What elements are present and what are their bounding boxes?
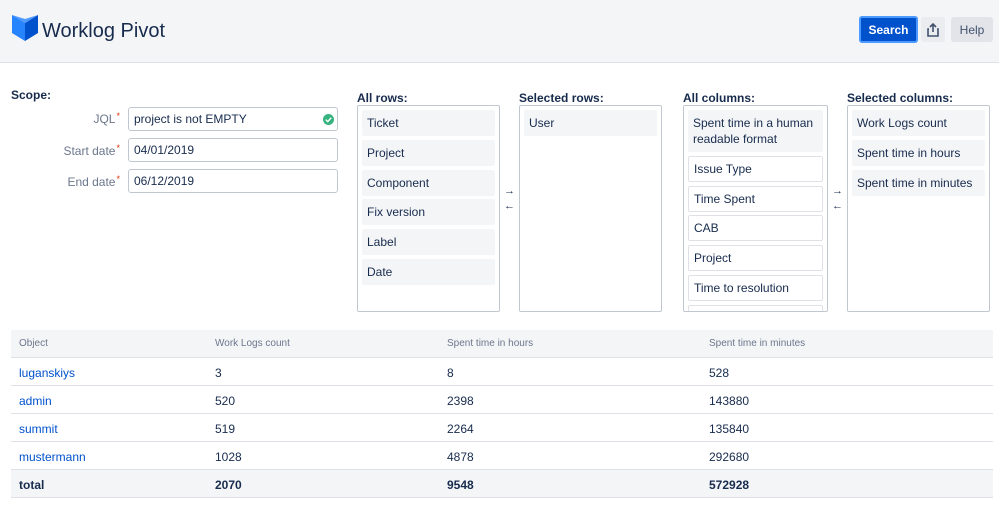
- help-button[interactable]: Help: [951, 17, 993, 42]
- jql-input[interactable]: project is not EMPTY: [128, 107, 338, 131]
- table-row: luganskiys 3 8 528: [11, 358, 993, 386]
- app-header: Worklog Pivot Search Help: [0, 0, 999, 63]
- jql-value: project is not EMPTY: [134, 112, 247, 126]
- all-rows-title: All rows:: [357, 91, 408, 105]
- table-row: summit 519 2264 135840: [11, 414, 993, 442]
- selected-columns-item[interactable]: Spent time in hours: [852, 140, 985, 166]
- tempo-logo-icon: [12, 15, 38, 41]
- selected-rows-title: Selected rows:: [519, 91, 604, 105]
- table-cell: 528: [709, 366, 730, 380]
- table-cell: 2264: [447, 422, 474, 436]
- start-date-label: Start date*: [63, 143, 120, 158]
- all-rows-list: Ticket Project Component Fix version Lab…: [357, 105, 500, 312]
- column-header[interactable]: Spent time in hours: [447, 338, 533, 349]
- selected-rows-item[interactable]: User: [524, 110, 657, 136]
- start-date-value: 04/01/2019: [134, 143, 195, 157]
- app-title: Worklog Pivot: [42, 20, 166, 42]
- all-rows-item[interactable]: Date: [362, 259, 495, 285]
- share-icon: [927, 22, 939, 37]
- all-columns-item[interactable]: Time to resolution: [688, 275, 823, 301]
- column-header[interactable]: Work Logs count: [215, 338, 290, 349]
- move-left-arrow-icon[interactable]: ←: [832, 201, 843, 212]
- all-rows-item[interactable]: Fix version: [362, 199, 495, 225]
- table-total-row: total 2070 9548 572928: [11, 470, 993, 498]
- table-cell: 135840: [709, 422, 750, 436]
- column-header[interactable]: Spent time in minutes: [709, 338, 805, 349]
- all-columns-item[interactable]: Project: [688, 245, 823, 271]
- all-rows-item[interactable]: Ticket: [362, 110, 495, 136]
- object-link[interactable]: summit: [19, 422, 58, 436]
- selected-columns-title: Selected columns:: [847, 91, 954, 105]
- table-cell: 1028: [215, 450, 242, 464]
- total-cell: 2070: [215, 478, 242, 492]
- scope-heading: Scope:: [11, 88, 52, 102]
- total-cell: 572928: [709, 478, 750, 492]
- start-date-input[interactable]: 04/01/2019: [128, 138, 338, 162]
- table-cell: 2398: [447, 394, 474, 408]
- table-header: Object Work Logs count Spent time in hou…: [11, 330, 993, 358]
- total-cell: 9548: [447, 478, 474, 492]
- selected-columns-item[interactable]: Spent time in minutes: [852, 170, 985, 196]
- all-columns-item[interactable]: Time Spent: [688, 186, 823, 212]
- all-columns-item[interactable]: Spent time in a human readable format: [688, 110, 823, 152]
- table-cell: 519: [215, 422, 236, 436]
- table-cell: 143880: [709, 394, 750, 408]
- selected-rows-list: User: [519, 105, 662, 312]
- move-right-arrow-icon[interactable]: →: [504, 186, 515, 197]
- all-rows-item[interactable]: Project: [362, 140, 495, 166]
- move-right-arrow-icon[interactable]: →: [832, 186, 843, 197]
- search-button[interactable]: Search: [859, 16, 918, 43]
- end-date-value: 06/12/2019: [134, 174, 195, 188]
- all-columns-title: All columns:: [683, 91, 756, 105]
- required-mark: *: [116, 111, 120, 121]
- total-label: total: [19, 478, 45, 492]
- share-button[interactable]: [921, 17, 945, 42]
- selected-columns-list: Work Logs count Spent time in hours Spen…: [847, 105, 990, 312]
- end-date-label: End date*: [67, 174, 120, 189]
- end-date-input[interactable]: 06/12/2019: [128, 169, 338, 193]
- object-link[interactable]: mustermann: [19, 450, 86, 464]
- table-cell: 4878: [447, 450, 474, 464]
- selected-columns-item[interactable]: Work Logs count: [852, 110, 985, 136]
- all-columns-item[interactable]: CAB: [688, 215, 823, 241]
- table-row: admin 520 2398 143880: [11, 386, 993, 414]
- object-link[interactable]: luganskiys: [19, 366, 75, 380]
- table-cell: 8: [447, 366, 454, 380]
- move-left-arrow-icon[interactable]: ←: [504, 201, 515, 212]
- table-cell: 3: [215, 366, 222, 380]
- table-cell: 520: [215, 394, 236, 408]
- required-mark: *: [116, 143, 120, 153]
- column-header[interactable]: Object: [19, 338, 48, 349]
- table-row: mustermann 1028 4878 292680: [11, 442, 993, 470]
- all-columns-item-partial[interactable]: [688, 305, 823, 311]
- required-mark: *: [116, 174, 120, 184]
- table-cell: 292680: [709, 450, 750, 464]
- all-rows-item[interactable]: Component: [362, 170, 495, 196]
- object-link[interactable]: admin: [19, 394, 52, 408]
- all-columns-list: Spent time in a human readable format Is…: [683, 105, 828, 312]
- all-rows-item[interactable]: Label: [362, 229, 495, 255]
- all-columns-item[interactable]: Issue Type: [688, 156, 823, 182]
- check-circle-icon: [323, 114, 334, 125]
- jql-label: JQL*: [93, 111, 120, 126]
